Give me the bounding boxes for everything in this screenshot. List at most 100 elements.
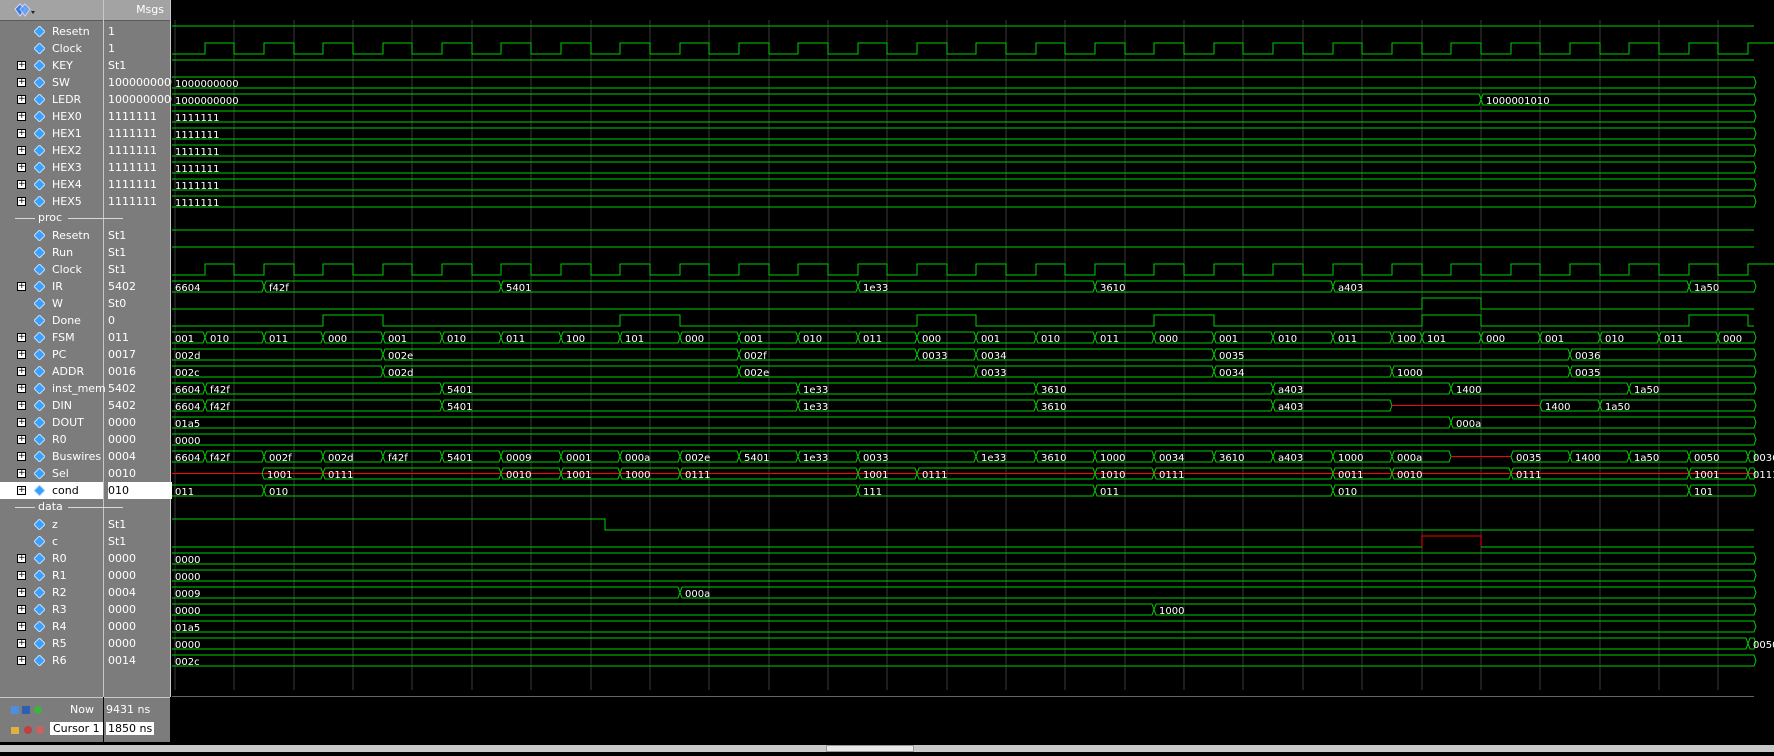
waveform-pane[interactable]: 1000000000 1000000000 1000001010 1111111 111…: [169, 0, 1774, 752]
expand-icon[interactable]: +: [17, 197, 26, 206]
signal-diamond-icon: [34, 247, 45, 258]
wave-r0: 0000: [169, 552, 1757, 566]
group-label-data[interactable]: data: [0, 499, 123, 516]
signal-row-proc-fsm[interactable]: + FSM: [0, 329, 103, 346]
expand-icon[interactable]: +: [17, 180, 26, 189]
bus-value-label: 3610: [1219, 453, 1244, 464]
bus-value-label: 5401: [447, 402, 472, 413]
expand-icon[interactable]: +: [17, 452, 26, 461]
signal-row-proc-pc[interactable]: + PC: [0, 346, 103, 363]
signal-row-proc-run[interactable]: Run: [0, 244, 103, 261]
signal-value: 0000: [108, 433, 136, 446]
signal-row-top-key[interactable]: + KEY: [0, 57, 103, 74]
signal-row-proc-buswires[interactable]: + Buswires: [0, 448, 103, 465]
expand-icon[interactable]: +: [17, 146, 26, 155]
signal-row-proc-cond[interactable]: + cond: [0, 482, 103, 499]
expand-icon[interactable]: +: [17, 61, 26, 70]
signal-row-proc-din[interactable]: + DIN: [0, 397, 103, 414]
signal-row-proc-dout[interactable]: + DOUT: [0, 414, 103, 431]
signal-row-data-r1[interactable]: + R1: [0, 567, 103, 584]
signal-row-top-sw[interactable]: + SW: [0, 74, 103, 91]
horizontal-scrollbar[interactable]: [0, 745, 1774, 752]
group-label-proc[interactable]: proc: [0, 210, 123, 227]
signal-diamond-icon: [34, 128, 45, 139]
expand-icon[interactable]: +: [17, 384, 26, 393]
add-cursor-icon[interactable]: [10, 704, 50, 716]
signal-row-proc-ir[interactable]: + IR: [0, 278, 103, 295]
expand-icon[interactable]: +: [17, 418, 26, 427]
signal-row-top-clock[interactable]: Clock: [0, 40, 103, 57]
expand-icon[interactable]: +: [17, 282, 26, 291]
signal-row-proc-clock[interactable]: Clock: [0, 261, 103, 278]
signal-row-data-c[interactable]: c: [0, 533, 103, 550]
signal-row-data-z[interactable]: z: [0, 516, 103, 533]
signal-name: R6: [52, 654, 67, 667]
bus-value-label: 0010: [1397, 470, 1422, 481]
bus-segment: [204, 399, 443, 412]
expand-icon[interactable]: +: [17, 350, 26, 359]
expand-icon[interactable]: +: [17, 367, 26, 376]
expand-icon[interactable]: +: [17, 656, 26, 665]
signal-row-top-resetn[interactable]: Resetn: [0, 23, 103, 40]
signal-row-top-hex5[interactable]: + HEX5: [0, 193, 103, 210]
bus-value-label: 0000: [175, 640, 200, 651]
expand-icon[interactable]: +: [17, 333, 26, 342]
wave-addr: 002c 002d 002e 0033 0034 1000 0035: [169, 365, 1757, 379]
signal-row-top-hex1[interactable]: + HEX1: [0, 125, 103, 142]
wave-menu-icon[interactable]: [14, 3, 36, 17]
expand-icon[interactable]: +: [17, 78, 26, 87]
signal-row-proc-sel[interactable]: + Sel: [0, 465, 103, 482]
bus-segment: [169, 552, 1757, 565]
expand-icon[interactable]: +: [17, 605, 26, 614]
expand-icon[interactable]: +: [17, 469, 26, 478]
signal-row-data-r4[interactable]: + R4: [0, 618, 103, 635]
expand-icon[interactable]: +: [17, 163, 26, 172]
signal-row-proc-w[interactable]: W: [0, 295, 103, 312]
bus-value-label: 1000000000: [175, 79, 239, 90]
group-label-text: data: [38, 500, 63, 513]
waveform-canvas[interactable]: 10000000001000000000 10000010101111111111…: [169, 0, 1774, 752]
expand-icon[interactable]: +: [17, 639, 26, 648]
signal-row-proc-inst_mem[interactable]: + inst_mem: [0, 380, 106, 397]
scrollbar-thumb[interactable]: [826, 745, 914, 752]
bus-value-label: f42f: [210, 385, 230, 396]
bus-value-label: 002d: [388, 368, 413, 379]
expand-icon[interactable]: +: [17, 554, 26, 563]
signal-row-proc-resetn[interactable]: Resetn: [0, 227, 103, 244]
cursor-lock-icon[interactable]: [10, 723, 50, 735]
signal-row-proc-done[interactable]: Done: [0, 312, 103, 329]
signal-row-top-ledr[interactable]: + LEDR: [0, 91, 103, 108]
signal-row-proc-addr[interactable]: + ADDR: [0, 363, 103, 380]
signal-row-data-r5[interactable]: + R5: [0, 635, 103, 652]
expand-icon[interactable]: +: [17, 95, 26, 104]
signal-row-top-hex2[interactable]: + HEX2: [0, 142, 103, 159]
expand-icon[interactable]: +: [17, 435, 26, 444]
signal-value: 1111111: [108, 127, 157, 140]
names-header: [0, 0, 103, 21]
expand-icon[interactable]: +: [17, 588, 26, 597]
bus-value-label: 001: [744, 334, 763, 345]
bus-value-label: 0034: [981, 351, 1006, 362]
bus-segment: [169, 637, 1749, 650]
signal-row-data-r3[interactable]: + R3: [0, 601, 103, 618]
expand-icon[interactable]: +: [17, 112, 26, 121]
expand-icon[interactable]: +: [17, 571, 26, 580]
expand-icon[interactable]: +: [17, 129, 26, 138]
signal-row-proc-r0[interactable]: + R0: [0, 431, 103, 448]
cursor-label[interactable]: Cursor 1: [50, 722, 103, 735]
signal-diamond-icon: [34, 604, 45, 615]
expand-icon[interactable]: +: [17, 622, 26, 631]
cursor-value[interactable]: 1850 ns: [106, 722, 155, 735]
wave-hex: 1111111: [169, 161, 1757, 175]
signal-row-data-r6[interactable]: + R6: [0, 652, 103, 669]
expand-icon[interactable]: +: [17, 486, 26, 495]
signal-row-data-r2[interactable]: + R2: [0, 584, 103, 601]
signal-row-top-hex3[interactable]: + HEX3: [0, 159, 103, 176]
bus-segment: [1332, 280, 1690, 293]
signal-row-top-hex4[interactable]: + HEX4: [0, 176, 103, 193]
signal-row-top-hex0[interactable]: + HEX0: [0, 108, 103, 125]
expand-icon[interactable]: +: [17, 401, 26, 410]
wave-dout: 01a5 000a: [169, 416, 1757, 430]
signal-row-data-r0[interactable]: + R0: [0, 550, 103, 567]
bus-value-label: 1000: [1397, 368, 1422, 379]
